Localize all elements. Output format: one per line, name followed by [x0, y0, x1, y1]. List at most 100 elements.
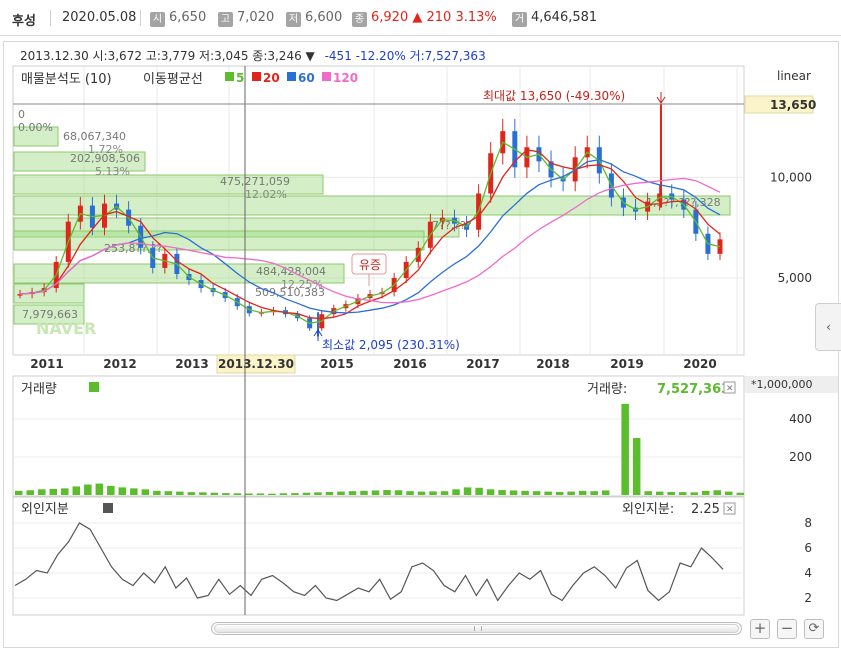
- profile-zero-pct: 0.00%: [18, 121, 53, 134]
- volume-bar: [130, 488, 138, 495]
- volume-unit: *1,000,000: [751, 378, 812, 391]
- x-tick-label: 2017: [466, 357, 499, 371]
- volume-bar: [84, 484, 92, 495]
- naver-watermark: NAVER: [36, 319, 96, 338]
- refresh-icon[interactable]: ⟳: [809, 621, 820, 636]
- profile-zero-label: 0: [18, 108, 25, 121]
- volume-bar: [383, 490, 391, 495]
- volume-bar: [325, 491, 334, 495]
- x-tick-label: 2013.12.30: [218, 357, 294, 371]
- volume-bar: [429, 491, 437, 495]
- volume-bar: [72, 486, 81, 495]
- volume-bar: [555, 491, 564, 495]
- volume-bar: [590, 491, 598, 495]
- volume-bar: [141, 489, 150, 495]
- volume-bar: [15, 490, 23, 495]
- foreign-panel-title: 외인지분: [21, 502, 69, 517]
- volume-bar: [61, 488, 69, 495]
- volume-bar: [544, 491, 552, 495]
- reset-button[interactable]: ⟳: [804, 619, 824, 639]
- volume-bar: [176, 491, 184, 495]
- volume-bar: [371, 490, 380, 495]
- max-annotation: 최대값 13,650 (-49.30%): [483, 89, 625, 103]
- volume-bar: [486, 489, 495, 495]
- event-label: 유증: [359, 258, 381, 272]
- volume-bar: [95, 483, 104, 495]
- y-tick-label: 2: [804, 591, 812, 605]
- y-tick-label: 6: [804, 541, 812, 555]
- ma120-swatch: [322, 72, 331, 81]
- volume-bar: [736, 492, 744, 495]
- zoom-out-button[interactable]: −: [777, 619, 797, 639]
- foreign-value-label: 외인지분:: [622, 502, 674, 517]
- volume-bar: [337, 491, 345, 495]
- chevron-left-icon[interactable]: ‹: [826, 320, 831, 334]
- foreign-legend-swatch: [103, 503, 113, 513]
- volume-bar: [49, 488, 58, 495]
- scrollbar-thumb[interactable]: [214, 624, 739, 633]
- volume-bar: [199, 492, 207, 495]
- volume-profile-label: 475,271,059: [220, 175, 290, 188]
- volume-profile-bar: [13, 230, 425, 251]
- volume-bar: [578, 490, 587, 495]
- volume-bar: [268, 493, 276, 495]
- volume-bar: [532, 491, 541, 495]
- volume-bar: [210, 492, 219, 495]
- volume-bar: [107, 485, 115, 495]
- volume-bar: [394, 490, 403, 495]
- x-tick-label: 2011: [30, 357, 63, 371]
- y-tick-label: 200: [789, 450, 812, 464]
- current-price-text: 13,650: [770, 98, 816, 112]
- volume-bar: [678, 492, 687, 495]
- volume-bar: [632, 438, 641, 495]
- volume-value: 7,527,363: [657, 382, 730, 397]
- minus-icon[interactable]: −: [781, 619, 794, 637]
- volume-bar: [475, 487, 483, 495]
- y-tick-label: 8: [804, 516, 812, 530]
- foreign-ownership-line: [14, 522, 724, 602]
- volume-bar: [348, 491, 357, 495]
- close-icon[interactable]: ✕: [726, 384, 734, 394]
- x-tick-label: 2018: [536, 357, 569, 371]
- volume-bar: [567, 491, 575, 495]
- volume-bar: [417, 491, 426, 495]
- volume-bar: [233, 493, 242, 495]
- volume-profile-pct: 12.02%: [245, 188, 287, 201]
- volume-profile-label: 68,067,340: [63, 130, 126, 143]
- ma5-swatch: [225, 72, 234, 81]
- volume-bar: [256, 493, 265, 495]
- zoom-in-button[interactable]: +: [750, 619, 770, 639]
- volume-value-label: 거래량:: [587, 382, 627, 397]
- ma20-swatch: [252, 72, 261, 81]
- min-annotation: 최소값 2,095 (230.31%): [322, 338, 460, 352]
- chart-scrollbar[interactable]: [211, 622, 742, 635]
- plus-icon[interactable]: +: [754, 619, 767, 637]
- stock-chart[interactable]: 68,067,3401.72%202,908,5065.13%475,271,0…: [0, 0, 841, 650]
- volume-bar: [302, 492, 311, 495]
- x-tick-label: 2015: [320, 357, 353, 371]
- x-tick-label: 2013: [175, 357, 208, 371]
- volume-bar: [406, 491, 414, 495]
- volume-bar: [153, 490, 161, 495]
- volume-bar: [521, 490, 529, 495]
- volume-bar: [118, 487, 127, 495]
- volume-bar: [452, 489, 460, 495]
- volume-bar: [360, 490, 368, 495]
- ma120-label: 120: [333, 71, 358, 85]
- close-icon[interactable]: ✕: [726, 505, 734, 515]
- ma-title: 이동평균선: [143, 72, 203, 87]
- scrollbar-grip[interactable]: [474, 626, 482, 631]
- volume-bar: [701, 490, 710, 495]
- ma20-label: 20: [263, 71, 280, 85]
- volume-bar: [26, 490, 35, 495]
- volume-profile-pct: 5.13%: [95, 165, 130, 178]
- volume-bar: [713, 490, 721, 495]
- y-tick-label: 400: [789, 412, 812, 426]
- foreign-value: 2.25: [691, 502, 720, 517]
- x-tick-label: 2012: [103, 357, 136, 371]
- x-tick-label: 2019: [610, 357, 643, 371]
- volume-bar: [38, 489, 46, 495]
- side-panel-toggle[interactable]: ‹: [815, 303, 841, 351]
- volume-bar: [314, 492, 322, 495]
- volume-bar: [222, 493, 230, 495]
